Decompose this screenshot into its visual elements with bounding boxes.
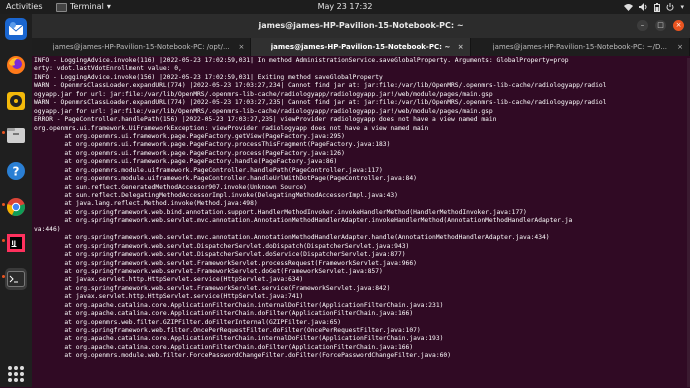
clock[interactable]: May 23 17:32: [310, 0, 380, 14]
show-applications-icon[interactable]: [8, 366, 24, 382]
terminal-line: at javax.servlet.http.HttpServlet.servic…: [34, 293, 304, 301]
terminal-line: at org.springframework.web.servlet.mvc.a…: [34, 217, 573, 225]
terminal-line: at javax.servlet.http.HttpServlet.servic…: [34, 276, 304, 284]
terminal-line: at org.openmrs.module.uiframework.PageCo…: [34, 166, 383, 174]
chevron-down-icon: ▾: [680, 3, 684, 11]
tab-1[interactable]: james@james-HP-Pavilion-15-Notebook-PC: …: [32, 38, 252, 56]
terminal-tabs: james@james-HP-Pavilion-15-Notebook-PC: …: [32, 38, 690, 56]
terminal-line: at org.apache.catalina.core.ApplicationF…: [34, 335, 444, 343]
terminal-line: ogyapp.jar for url: jar:file:/var/lib/Op…: [34, 90, 493, 98]
window-controls: – □ ×: [637, 20, 684, 31]
tab-2[interactable]: james@james-HP-Pavilion-15-Notebook-PC: …: [251, 38, 471, 56]
terminal-line: at org.springframework.web.servlet.Dispa…: [34, 251, 406, 259]
power-icon: [666, 3, 674, 11]
network-icon: [624, 4, 634, 11]
terminal-line: INFO - LoggingAdvice.invoke(156) |2022-0…: [34, 73, 383, 81]
terminal-app-icon: [56, 2, 67, 12]
terminal-line: at org.apache.catalina.core.ApplicationF…: [34, 310, 414, 318]
close-tab-icon[interactable]: ×: [458, 38, 464, 56]
app-name: Terminal: [70, 2, 104, 11]
close-button[interactable]: ×: [673, 20, 684, 31]
chevron-down-icon: ▾: [106, 2, 111, 11]
terminal-line: org.openmrs.ui.framework.UiFrameworkExce…: [34, 124, 429, 132]
firefox-icon[interactable]: [5, 54, 27, 76]
top-bar: Activities Terminal ▾ May 23 17:32 ▾: [0, 0, 690, 14]
terminal-line: at org.springframework.web.servlet.Dispa…: [34, 242, 410, 250]
svg-text:?: ?: [13, 165, 20, 179]
terminal-line: at org.springframework.web.servlet.mvc.a…: [34, 234, 550, 242]
minimize-button[interactable]: –: [637, 20, 648, 31]
terminal-line: at org.openmrs.ui.framework.page.PageFac…: [34, 141, 391, 149]
terminal-line: va:446): [34, 225, 61, 233]
terminal-line: at sun.reflect.DelegatingMethodAccessorI…: [34, 192, 398, 199]
close-tab-icon[interactable]: ×: [677, 38, 683, 56]
terminal-line: at org.openmrs.ui.framework.page.PageFac…: [34, 149, 345, 157]
tab-label: james@james-HP-Pavilion-15-Notebook-PC: …: [492, 43, 668, 51]
terminal-line: at org.openmrs.module.uiframework.PageCo…: [34, 175, 417, 183]
terminal-output[interactable]: INFO - LoggingAdvice.invoke(116) |2022-0…: [34, 56, 688, 388]
terminal-line: erty: vdot.lastVdotEnrollment value: 0,: [34, 65, 182, 73]
window-titlebar[interactable]: james@james-HP-Pavilion-15-Notebook-PC: …: [32, 14, 690, 38]
terminal-line: at org.springframework.web.servlet.Frame…: [34, 259, 417, 267]
intellij-icon[interactable]: IJ: [5, 232, 27, 254]
terminal-line: ogyapp.jar for url: jar:file:/var/lib/Op…: [34, 107, 493, 115]
tab-3[interactable]: james@james-HP-Pavilion-15-Notebook-PC: …: [471, 38, 690, 56]
window-title: james@james-HP-Pavilion-15-Notebook-PC: …: [258, 21, 464, 30]
files-icon[interactable]: [5, 124, 27, 146]
close-tab-icon[interactable]: ×: [238, 38, 244, 56]
terminal-line: at org.openmrs.ui.framework.page.PageFac…: [34, 132, 345, 140]
tab-label: james@james-HP-Pavilion-15-Notebook-PC: …: [52, 43, 230, 51]
terminal-line: WARN - OpenmrsClassLoader.expandURL(774)…: [34, 82, 607, 90]
battery-icon: [654, 2, 661, 12]
system-tray[interactable]: ▾: [624, 0, 684, 14]
dock: ? IJ: [0, 14, 32, 387]
thunderbird-icon[interactable]: [5, 18, 27, 40]
terminal-line: ERROR - PageController.handlePath(156) |…: [34, 116, 497, 124]
terminal-line: at sun.reflect.GeneratedMethodAccessor90…: [34, 183, 307, 191]
svg-text:IJ: IJ: [12, 240, 16, 247]
help-icon[interactable]: ?: [5, 160, 27, 182]
terminal-line: at org.openmrs.module.web.filter.ForcePa…: [34, 352, 452, 360]
terminal-line: WARN - OpenmrsClassLoader.expandURL(774)…: [34, 99, 607, 107]
terminal-line: at org.apache.catalina.core.ApplicationF…: [34, 343, 414, 351]
terminal-line: at org.springframework.web.servlet.Frame…: [34, 267, 383, 275]
terminal-icon[interactable]: [5, 268, 27, 290]
terminal-line: at org.openmrs.ui.framework.page.PageFac…: [34, 158, 338, 166]
volume-icon: [639, 3, 647, 11]
rhythmbox-icon[interactable]: [5, 90, 27, 112]
maximize-button[interactable]: □: [655, 20, 666, 31]
app-menu[interactable]: Terminal ▾: [56, 0, 111, 14]
terminal-line: at org.springframework.web.bind.annotati…: [34, 208, 527, 216]
activities-button[interactable]: Activities: [6, 0, 43, 14]
terminal-line: at java.lang.reflect.Method.invoke(Metho…: [34, 200, 258, 208]
tab-label: james@james-HP-Pavilion-15-Notebook-PC: …: [270, 43, 451, 51]
chrome-icon[interactable]: [5, 196, 27, 218]
terminal-line: at org.springframework.web.filter.OncePe…: [34, 327, 421, 334]
terminal-line: at org.openmrs.web.filter.GZIPFilter.doF…: [34, 318, 342, 326]
terminal-line: INFO - LoggingAdvice.invoke(116) |2022-0…: [34, 57, 569, 64]
terminal-line: at org.springframework.web.servlet.Frame…: [34, 284, 391, 292]
terminal-line: at org.apache.catalina.core.ApplicationF…: [34, 301, 444, 309]
